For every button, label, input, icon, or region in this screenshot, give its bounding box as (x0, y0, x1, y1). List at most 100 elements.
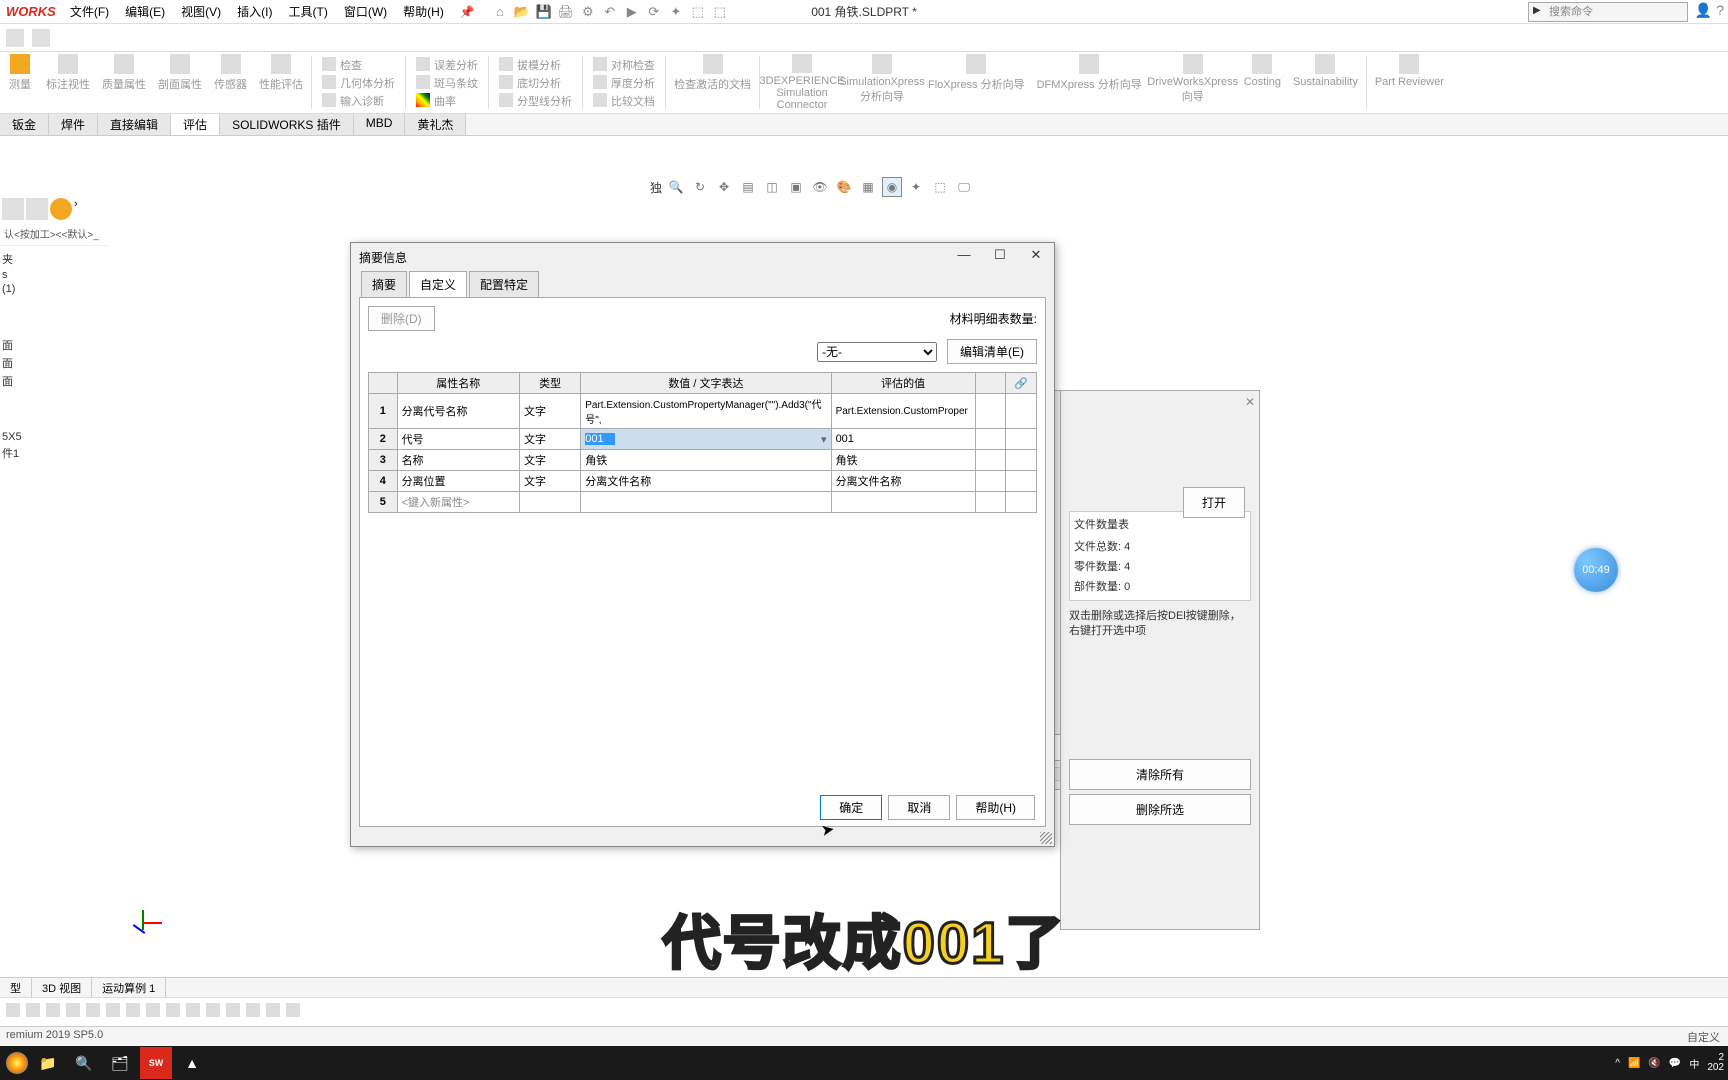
ribbon-dfmxpress[interactable]: DFMXpress 分析向导 (1031, 52, 1148, 113)
tree-tab-icon-2[interactable] (26, 198, 48, 220)
bottom-tab-3dview[interactable]: 3D 视图 (32, 978, 92, 997)
tab-evaluate[interactable]: 评估 (171, 114, 220, 135)
explorer-icon[interactable]: 📁 (32, 1047, 64, 1079)
menu-file[interactable]: 文件(F) (62, 3, 117, 20)
prop-value-cell[interactable]: 分离文件名称 (581, 471, 831, 492)
bicon[interactable] (246, 1003, 260, 1017)
tree-tab-icon-1[interactable] (2, 198, 24, 220)
ribbon-thickness[interactable]: 厚度分析 (589, 74, 659, 92)
hud-render-icon[interactable]: ✦ (906, 177, 926, 197)
bicon[interactable] (146, 1003, 160, 1017)
search-taskbar-icon[interactable]: 🔍 (68, 1047, 100, 1079)
tab-sheetmetal[interactable]: 钣金 (0, 114, 49, 135)
table-row[interactable]: 3 名称 文字 角铁 角铁 (369, 450, 1037, 471)
edit-list-button[interactable]: 编辑清单(E) (947, 339, 1037, 364)
ok-button[interactable]: 确定 (820, 795, 882, 820)
menu-tools[interactable]: 工具(T) (281, 3, 336, 20)
open-button[interactable]: 打开 (1183, 487, 1245, 518)
tab-custom[interactable]: 黄礼杰 (405, 114, 466, 135)
dialog-tab-custom[interactable]: 自定义 (409, 271, 467, 297)
bicon[interactable] (66, 1003, 80, 1017)
hud-appearance-icon[interactable]: 🎨 (834, 177, 854, 197)
options-icon[interactable]: ⚙ (579, 3, 597, 21)
panel-close-icon[interactable]: ✕ (1245, 395, 1255, 409)
help-button[interactable]: 帮助(H) (956, 795, 1035, 820)
tab-directedit[interactable]: 直接编辑 (98, 114, 171, 135)
user-icon[interactable]: 👤 (1695, 2, 1712, 19)
prop-type-cell[interactable]: 文字 (520, 429, 581, 450)
bicon[interactable] (26, 1003, 40, 1017)
save-icon[interactable]: 💾 (535, 3, 553, 21)
prop-type-cell[interactable]: 文字 (520, 394, 581, 429)
app-taskbar-icon[interactable]: ▲ (176, 1047, 208, 1079)
ribbon-curvature[interactable]: 曲率 (412, 92, 482, 110)
prop-name-cell[interactable]: 代号 (397, 429, 519, 450)
home-icon[interactable]: ⌂ (491, 3, 509, 21)
hud-hide-icon[interactable]: 👁 (810, 177, 830, 197)
bicon[interactable] (126, 1003, 140, 1017)
pin-icon[interactable]: 📌 (452, 5, 483, 19)
hud-view-icon[interactable]: ◫ (762, 177, 782, 197)
prop-value-cell-editing[interactable]: ▾ (581, 429, 831, 450)
tree-item[interactable]: 夹 (2, 250, 106, 268)
tray-wechat-icon[interactable]: 💬 (1669, 1058, 1681, 1069)
ribbon-perf[interactable]: 性能评估 (253, 52, 309, 113)
ribbon-check[interactable]: 检查 (318, 56, 399, 74)
feature-tree[interactable]: 夹 s (1) 面 面 面 5X5 件1 (0, 246, 108, 466)
menu-insert[interactable]: 插入(I) (229, 3, 280, 20)
clear-selected-button[interactable]: 删除所选 (1069, 794, 1251, 825)
bicon[interactable] (206, 1003, 220, 1017)
prop-value-input[interactable] (585, 433, 615, 445)
prop-value-cell[interactable] (581, 492, 831, 513)
ribbon-measure[interactable]: 测量 (0, 52, 40, 113)
undo-icon[interactable]: ↶ (601, 3, 619, 21)
tab-mbd[interactable]: MBD (354, 114, 406, 135)
bicon[interactable] (226, 1003, 240, 1017)
tree-item[interactable]: s (2, 268, 106, 282)
tray-chevron-icon[interactable]: ^ (1615, 1058, 1620, 1069)
help-icon[interactable]: ? (1716, 2, 1724, 19)
solidworks-taskbar-icon[interactable]: SW (140, 1047, 172, 1079)
ribbon-deviation[interactable]: 误差分析 (412, 56, 482, 74)
hud-pan-icon[interactable]: ✥ (714, 177, 734, 197)
start-icon[interactable] (6, 1052, 28, 1074)
ribbon-section[interactable]: 剖面属性 (152, 52, 208, 113)
bicon[interactable] (46, 1003, 60, 1017)
select-icon[interactable]: ✦ (667, 3, 685, 21)
ribbon-mass[interactable]: 质量属性 (96, 52, 152, 113)
resize-grip[interactable] (1040, 832, 1052, 844)
tray-volume-icon[interactable]: 🔇 (1648, 1058, 1660, 1069)
ribbon-parting[interactable]: 分型线分析 (495, 92, 576, 110)
prop-value-cell[interactable]: Part.Extension.CustomPropertyManager("")… (581, 394, 831, 429)
menu-window[interactable]: 窗口(W) (336, 3, 395, 20)
hud-zoom-icon[interactable]: 🔍 (666, 177, 686, 197)
prop-value-cell[interactable]: 角铁 (581, 450, 831, 471)
tree-item[interactable]: 面 (2, 336, 106, 354)
menu-edit[interactable]: 编辑(E) (117, 3, 173, 20)
bicon[interactable] (86, 1003, 100, 1017)
bicon[interactable] (266, 1003, 280, 1017)
hud-scene-icon[interactable]: ▦ (858, 177, 878, 197)
ribbon-draft[interactable]: 拔模分析 (495, 56, 576, 74)
tray-ime[interactable]: 中 (1689, 1056, 1699, 1071)
dialog-minimize-icon[interactable]: — (950, 247, 978, 263)
bom-select[interactable]: -无- (817, 342, 937, 362)
ribbon-geom[interactable]: 几何体分析 (318, 74, 399, 92)
bicon[interactable] (106, 1003, 120, 1017)
misc-icon-1[interactable]: ⬚ (689, 3, 707, 21)
prop-name-cell[interactable]: 分离位置 (397, 471, 519, 492)
table-row[interactable]: 1 分离代号名称 文字 Part.Extension.CustomPropert… (369, 394, 1037, 429)
folder-icon[interactable]: 🗂 (104, 1047, 136, 1079)
prop-name-cell[interactable]: 名称 (397, 450, 519, 471)
hud-misc-icon[interactable]: ⬚ (930, 177, 950, 197)
ribbon-sustain[interactable]: Sustainability (1287, 52, 1364, 113)
ribbon-3dx[interactable]: 3DEXPERIENCE Simulation Connector (762, 52, 842, 113)
table-row-new[interactable]: 5 <键入新属性> (369, 492, 1037, 513)
bottom-tab-model[interactable]: 型 (0, 978, 32, 997)
tool-icon-1[interactable] (6, 29, 24, 47)
tree-tab-more-icon[interactable]: › (74, 198, 96, 220)
misc-icon-2[interactable]: ⬚ (711, 3, 729, 21)
prop-name-cell[interactable]: 分离代号名称 (397, 394, 519, 429)
table-row[interactable]: 2 代号 文字 ▾ 001 (369, 429, 1037, 450)
bicon[interactable] (286, 1003, 300, 1017)
